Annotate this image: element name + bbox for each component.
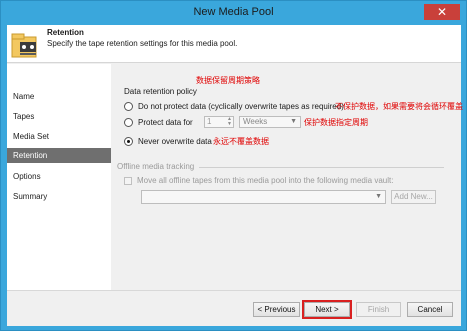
spinner-arrows-icon[interactable]: ▲ ▼: [226, 117, 233, 127]
protect-for-annotation: 保护数据指定周期: [304, 118, 368, 127]
window-title: New Media Pool: [193, 6, 274, 18]
wizard-client-area: Retention Specify the tape retention set…: [7, 25, 463, 326]
next-button[interactable]: Next >: [302, 300, 352, 319]
media-vault-select[interactable]: ▼: [141, 190, 386, 204]
protect-period-unit-select[interactable]: Weeks ▼: [239, 116, 301, 128]
radio-never-overwrite[interactable]: [124, 136, 133, 146]
move-offline-label: Move all offline tapes from this media p…: [137, 176, 394, 185]
nav-item-options[interactable]: Options: [7, 169, 111, 184]
new-media-pool-window: New Media Pool ✕ Retention Specify the t…: [0, 0, 467, 331]
wizard-header: Retention Specify the tape retention set…: [7, 25, 461, 63]
chevron-down-icon: ▼: [290, 118, 297, 125]
radio-never-overwrite-label: Never overwrite data: [138, 136, 212, 146]
wizard-footer: < Previous Next > Finish Cancel: [7, 290, 461, 326]
finish-button[interactable]: Finish: [356, 302, 401, 317]
previous-button[interactable]: < Previous: [253, 302, 300, 317]
wizard-step-nav: Name Tapes Media Set Retention Options S…: [7, 64, 111, 326]
radio-protect-for[interactable]: [124, 117, 133, 127]
radio-do-not-protect[interactable]: [124, 101, 133, 111]
nav-item-retention[interactable]: Retention: [7, 148, 111, 163]
radio-do-not-protect-row[interactable]: Do not protect data (cyclically overwrit…: [124, 100, 344, 112]
header-subtitle: Specify the tape retention settings for …: [47, 39, 238, 48]
radio-do-not-protect-label: Do not protect data (cyclically overwrit…: [138, 101, 344, 111]
data-retention-policy-label: Data retention policy: [124, 87, 197, 96]
nav-item-media-set[interactable]: Media Set: [7, 129, 111, 144]
never-overwrite-annotation: 永远不覆盖数据: [213, 137, 269, 146]
protect-period-input[interactable]: 1 ▲ ▼: [204, 116, 234, 128]
offline-media-tracking-label: Offline media tracking: [117, 162, 195, 171]
do-not-protect-annotation: 不保护数据，如果需要将会循环覆盖: [335, 102, 463, 111]
close-button[interactable]: ✕: [424, 4, 460, 20]
policy-annotation: 数据保留周期策略: [196, 76, 260, 85]
add-new-vault-button[interactable]: Add New...: [391, 190, 436, 204]
cancel-button[interactable]: Cancel: [407, 302, 453, 317]
nav-item-name[interactable]: Name: [7, 89, 111, 104]
offline-section-divider: [199, 167, 444, 168]
tape-pool-icon: [11, 27, 39, 59]
protect-period-unit-value: Weeks: [243, 117, 268, 126]
header-title: Retention: [47, 28, 84, 37]
radio-protect-for-label: Protect data for: [138, 117, 193, 127]
nav-item-tapes[interactable]: Tapes: [7, 109, 111, 124]
protect-period-value: 1: [207, 117, 212, 126]
chevron-down-icon: ▼: [375, 193, 382, 200]
radio-never-overwrite-row[interactable]: Never overwrite data: [124, 135, 212, 147]
nav-item-summary[interactable]: Summary: [7, 189, 111, 204]
title-bar: New Media Pool ✕: [1, 1, 466, 25]
radio-protect-for-row[interactable]: Protect data for: [124, 116, 193, 128]
move-offline-checkbox[interactable]: [124, 177, 132, 185]
retention-content: 数据保留周期策略 Data retention policy Do not pr…: [111, 64, 463, 290]
